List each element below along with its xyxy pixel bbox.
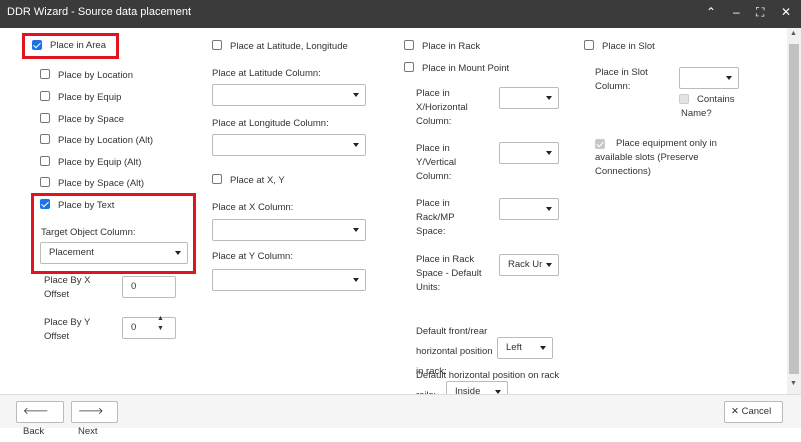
arrow-right-icon: 🡒 — [78, 406, 104, 417]
front-rear-select[interactable]: Left — [497, 337, 553, 359]
y-column-label: Place at Y Column: — [212, 251, 293, 262]
y-offset-stepper[interactable]: 0 ▲ ▼ — [122, 314, 176, 339]
place-by-space-alt-label: Place by Space (Alt) — [58, 178, 145, 189]
place-by-location-alt-label: Place by Location (Alt) — [58, 135, 154, 146]
place-by-equip-checkbox[interactable] — [40, 91, 50, 101]
y-offset-value: 0 — [131, 322, 137, 333]
place-by-location-alt-checkbox[interactable] — [40, 134, 50, 144]
chevron-down-icon — [353, 93, 359, 97]
cancel-label: Cancel — [741, 406, 772, 417]
place-in-area-label: Place in Area — [50, 40, 106, 51]
y-offset-label: Place By Y Offset — [44, 317, 91, 342]
place-by-space-label: Place by Space — [58, 114, 125, 125]
place-by-space-checkbox[interactable] — [40, 113, 50, 123]
x-column-select[interactable] — [212, 219, 366, 241]
stepper-down-icon[interactable]: ▼ — [157, 324, 164, 334]
wizard-content: Place in Area Place by Location Place by… — [0, 28, 787, 394]
next-button[interactable]: 🡒 Next — [71, 401, 118, 437]
rack-space-default-label: Place in Rack Space - Default Units: — [416, 254, 482, 293]
stepper-up-icon[interactable]: ▲ — [157, 314, 164, 324]
x-horizontal-select[interactable] — [499, 87, 559, 109]
maximize-icon[interactable]: ⛶ — [756, 5, 764, 20]
lat-column-select[interactable] — [212, 84, 366, 106]
chevron-down-icon — [546, 207, 552, 211]
scrollbar-thumb[interactable] — [789, 44, 799, 374]
x-horizontal-label: Place in X/Horizontal Column: — [416, 88, 468, 127]
title-bar: DDR Wizard - Source data placement ⌃ – ⛶… — [0, 0, 801, 28]
place-in-slot-label: Place in Slot — [602, 41, 655, 52]
slot-column-select[interactable] — [679, 67, 739, 89]
arrow-left-icon: 🡐 — [23, 406, 49, 417]
place-by-location-checkbox[interactable] — [40, 69, 50, 79]
place-in-area-checkbox[interactable] — [32, 40, 42, 50]
target-object-column-value: Placement — [49, 247, 94, 258]
vertical-scrollbar[interactable]: ▲ ▼ — [787, 28, 801, 394]
place-by-space-alt-checkbox[interactable] — [40, 177, 50, 187]
chevron-down-icon — [353, 228, 359, 232]
chevron-down-icon — [175, 251, 181, 255]
place-by-location-label: Place by Location — [58, 70, 133, 81]
place-in-mount-point-label: Place in Mount Point — [422, 63, 510, 74]
chevron-down-icon — [540, 346, 546, 350]
window-title: DDR Wizard - Source data placement — [7, 6, 192, 18]
chevron-down-icon — [726, 76, 732, 80]
long-column-label: Place at Longitude Column: — [212, 118, 329, 129]
place-at-xy-label: Place at X, Y — [230, 175, 285, 186]
chevron-down-icon — [353, 278, 359, 282]
place-in-rack-label: Place in Rack — [422, 41, 481, 52]
close-icon: ✕ — [731, 406, 739, 417]
rack-mp-space-select[interactable] — [499, 198, 559, 220]
place-at-lat-long-checkbox[interactable] — [212, 40, 222, 50]
rack-space-default-value: Rack Ur — [508, 259, 543, 270]
target-object-column-select[interactable]: Placement — [40, 242, 188, 264]
available-slots-label: Place equipment only in available slots … — [595, 138, 717, 177]
y-vertical-select[interactable] — [499, 142, 559, 164]
rack-mp-space-label: Place in Rack/MP Space: — [416, 198, 455, 237]
chevron-down-icon — [546, 151, 552, 155]
place-by-equip-alt-checkbox[interactable] — [40, 156, 50, 166]
chevron-down-icon — [353, 143, 359, 147]
x-offset-input[interactable]: 0 — [122, 276, 176, 298]
close-icon[interactable]: ✕ — [781, 5, 791, 19]
horizontal-rails-select[interactable]: Inside — [446, 381, 508, 394]
back-button[interactable]: 🡐 Back — [16, 401, 64, 437]
x-column-label: Place at X Column: — [212, 202, 294, 213]
chevron-down-icon — [546, 263, 552, 267]
place-in-slot-checkbox[interactable] — [584, 40, 594, 50]
slot-column-label: Place in Slot Column: — [595, 67, 648, 92]
long-column-select[interactable] — [212, 134, 366, 156]
y-column-select[interactable] — [212, 269, 366, 291]
lat-column-label: Place at Latitude Column: — [212, 68, 321, 79]
place-at-lat-long-label: Place at Latitude, Longitude — [230, 41, 348, 52]
target-object-column-label: Target Object Column: — [41, 227, 136, 238]
front-rear-value: Left — [506, 342, 522, 353]
scroll-up-icon[interactable]: ▲ — [790, 30, 797, 37]
scroll-down-icon[interactable]: ▼ — [790, 380, 797, 387]
y-vertical-label: Place in Y/Vertical Column: — [416, 143, 457, 182]
place-by-equip-alt-label: Place by Equip (Alt) — [58, 157, 142, 168]
place-by-text-checkbox[interactable] — [40, 199, 50, 209]
rack-space-default-select[interactable]: Rack Ur — [499, 254, 559, 276]
place-in-mount-point-checkbox[interactable] — [404, 62, 414, 72]
collapse-icon[interactable]: ⌃ — [706, 5, 716, 19]
wizard-footer: 🡐 Back 🡒 Next ✕ Cancel — [0, 394, 801, 437]
minimize-icon[interactable]: – — [733, 5, 740, 19]
place-by-equip-label: Place by Equip — [58, 92, 122, 103]
place-in-rack-checkbox[interactable] — [404, 40, 414, 50]
horizontal-rails-value: Inside — [455, 386, 481, 394]
place-by-text-label: Place by Text — [58, 200, 115, 211]
place-at-xy-checkbox[interactable] — [212, 174, 222, 184]
chevron-down-icon — [546, 96, 552, 100]
contains-name-label: Contains Name? — [681, 94, 735, 119]
x-offset-label: Place By X Offset — [44, 275, 91, 300]
cancel-button[interactable]: ✕ Cancel — [724, 401, 783, 423]
